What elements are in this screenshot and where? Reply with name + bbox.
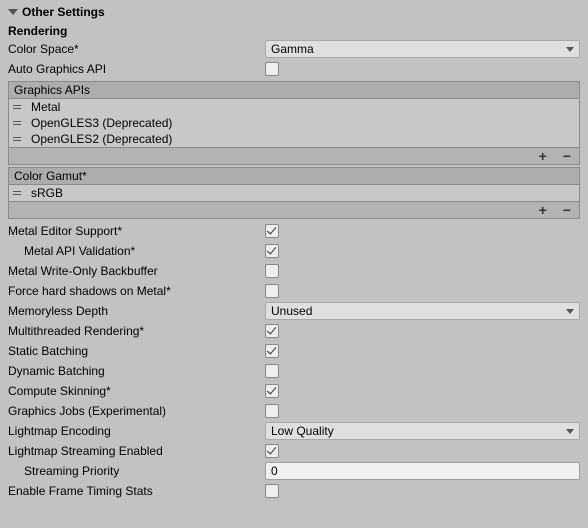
add-icon[interactable]: + [539,204,547,216]
color-gamut-list: Color Gamut* sRGB + − [8,167,580,219]
remove-icon[interactable]: − [563,150,571,162]
list-item[interactable]: Metal [9,99,579,115]
multithreaded-rendering-row: Multithreaded Rendering* [8,321,580,341]
compute-skinning-row: Compute Skinning* [8,381,580,401]
static-batching-label: Static Batching [8,344,88,358]
list-item[interactable]: OpenGLES3 (Deprecated) [9,115,579,131]
drag-handle-icon[interactable] [13,121,23,125]
streaming-priority-value: 0 [271,464,278,478]
graphics-apis-header: Graphics APIs [8,81,580,99]
multithreaded-rendering-label: Multithreaded Rendering* [8,324,144,338]
metal-write-only-backbuffer-checkbox[interactable] [265,264,279,278]
lightmap-streaming-enabled-checkbox[interactable] [265,444,279,458]
add-icon[interactable]: + [539,150,547,162]
auto-graphics-api-checkbox[interactable] [265,62,279,76]
auto-graphics-api-row: Auto Graphics API [8,59,580,79]
streaming-priority-input[interactable]: 0 [265,462,580,480]
chevron-down-icon [566,429,574,434]
list-item[interactable]: sRGB [9,185,579,201]
list-item-label: sRGB [31,186,63,200]
foldout-triangle-icon [8,9,18,15]
graphics-jobs-label: Graphics Jobs (Experimental) [8,404,166,418]
dynamic-batching-row: Dynamic Batching [8,361,580,381]
color-gamut-header: Color Gamut* [8,167,580,185]
graphics-apis-list: Graphics APIs Metal OpenGLES3 (Deprecate… [8,81,580,165]
streaming-priority-row: Streaming Priority 0 [8,461,580,481]
metal-api-validation-row: Metal API Validation* [8,241,580,261]
metal-write-only-backbuffer-label: Metal Write-Only Backbuffer [8,264,158,278]
enable-frame-timing-stats-label: Enable Frame Timing Stats [8,484,153,498]
color-space-row: Color Space* Gamma [8,39,580,59]
color-space-select[interactable]: Gamma [265,40,580,58]
list-item-label: Metal [31,100,60,114]
graphics-apis-header-label: Graphics APIs [14,83,90,97]
drag-handle-icon[interactable] [13,191,23,195]
drag-handle-icon[interactable] [13,137,23,141]
force-hard-shadows-row: Force hard shadows on Metal* [8,281,580,301]
graphics-apis-footer: + − [8,147,580,165]
lightmap-encoding-label: Lightmap Encoding [8,424,111,438]
lightmap-streaming-enabled-row: Lightmap Streaming Enabled [8,441,580,461]
memoryless-depth-select[interactable]: Unused [265,302,580,320]
foldout-header[interactable]: Other Settings [8,4,580,20]
force-hard-shadows-label: Force hard shadows on Metal* [8,284,171,298]
lightmap-encoding-value: Low Quality [271,424,334,438]
memoryless-depth-label: Memoryless Depth [8,304,108,318]
list-item[interactable]: OpenGLES2 (Deprecated) [9,131,579,147]
color-gamut-footer: + − [8,201,580,219]
lightmap-encoding-select[interactable]: Low Quality [265,422,580,440]
graphics-jobs-checkbox[interactable] [265,404,279,418]
memoryless-depth-row: Memoryless Depth Unused [8,301,580,321]
graphics-jobs-row: Graphics Jobs (Experimental) [8,401,580,421]
streaming-priority-label: Streaming Priority [24,464,119,478]
color-space-value: Gamma [271,42,314,56]
force-hard-shadows-checkbox[interactable] [265,284,279,298]
auto-graphics-api-label: Auto Graphics API [8,62,106,76]
memoryless-depth-value: Unused [271,304,312,318]
color-space-label: Color Space* [8,42,79,56]
foldout-title: Other Settings [22,5,105,19]
remove-icon[interactable]: − [563,204,571,216]
chevron-down-icon [566,309,574,314]
dynamic-batching-checkbox[interactable] [265,364,279,378]
metal-api-validation-checkbox[interactable] [265,244,279,258]
rendering-section-title: Rendering [8,24,67,38]
compute-skinning-checkbox[interactable] [265,384,279,398]
static-batching-row: Static Batching [8,341,580,361]
enable-frame-timing-stats-row: Enable Frame Timing Stats [8,481,580,501]
list-item-label: OpenGLES3 (Deprecated) [31,116,172,130]
lightmap-encoding-row: Lightmap Encoding Low Quality [8,421,580,441]
static-batching-checkbox[interactable] [265,344,279,358]
drag-handle-icon[interactable] [13,105,23,109]
dynamic-batching-label: Dynamic Batching [8,364,105,378]
multithreaded-rendering-checkbox[interactable] [265,324,279,338]
compute-skinning-label: Compute Skinning* [8,384,111,398]
metal-api-validation-label: Metal API Validation* [24,244,135,258]
other-settings-panel: Other Settings Rendering Color Space* Ga… [0,0,588,501]
lightmap-streaming-enabled-label: Lightmap Streaming Enabled [8,444,163,458]
metal-editor-support-checkbox[interactable] [265,224,279,238]
list-item-label: OpenGLES2 (Deprecated) [31,132,172,146]
chevron-down-icon [566,47,574,52]
color-gamut-header-label: Color Gamut* [14,169,87,183]
metal-editor-support-row: Metal Editor Support* [8,221,580,241]
metal-editor-support-label: Metal Editor Support* [8,224,122,238]
metal-write-only-backbuffer-row: Metal Write-Only Backbuffer [8,261,580,281]
enable-frame-timing-stats-checkbox[interactable] [265,484,279,498]
